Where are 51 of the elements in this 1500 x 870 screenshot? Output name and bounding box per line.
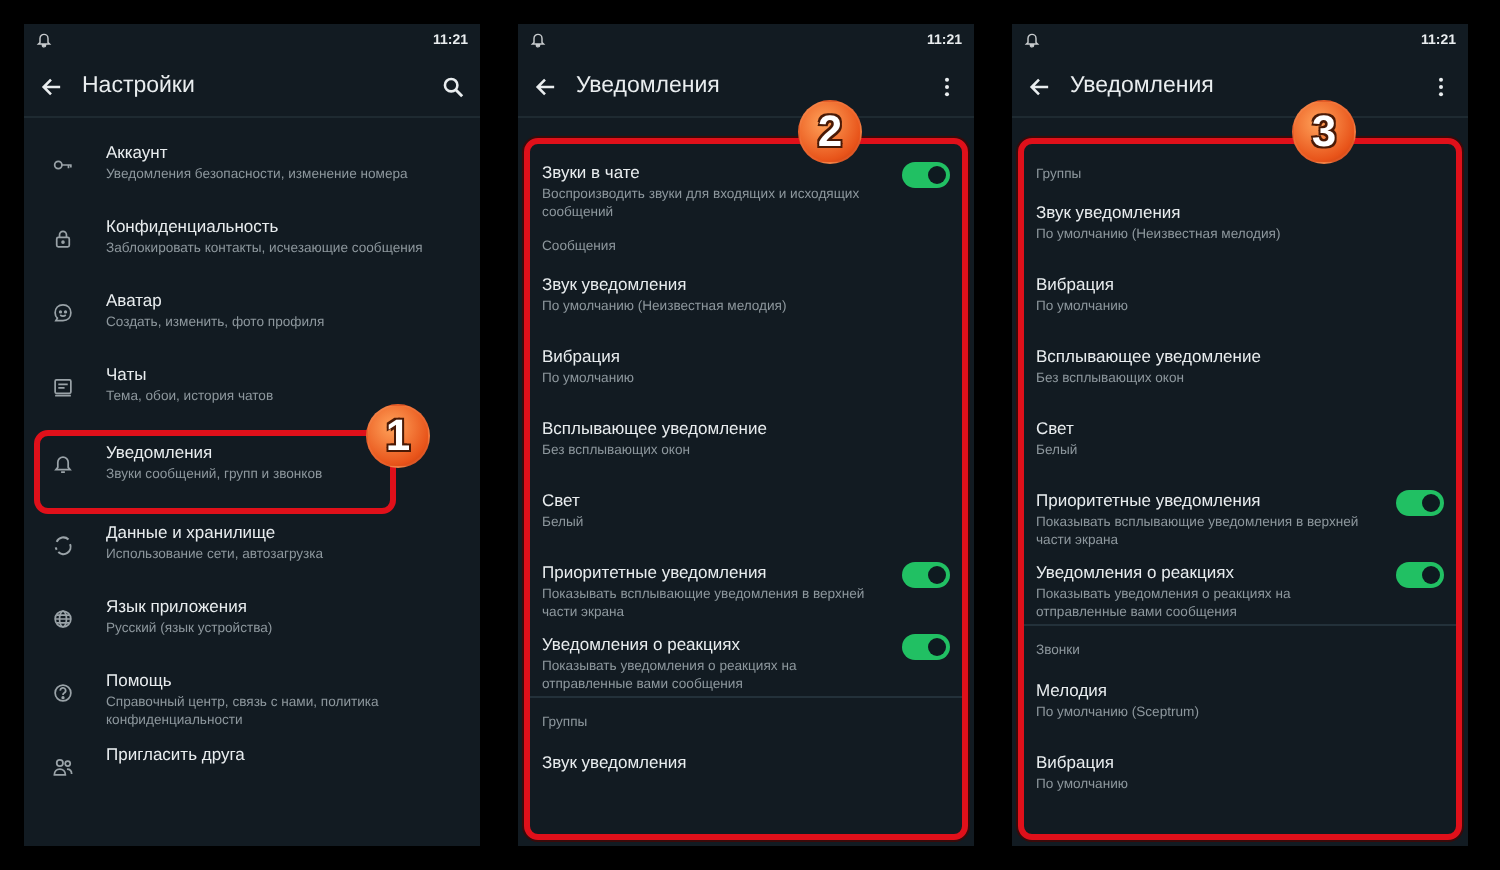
setting-title[interactable]: Свет	[1036, 416, 1444, 440]
setting-title[interactable]: Уведомления о реакциях	[1036, 560, 1380, 584]
back-icon[interactable]	[534, 75, 556, 97]
setting-title[interactable]: Аватар	[106, 288, 162, 312]
setting-title[interactable]: Вибрация	[1036, 750, 1444, 774]
step-badge: 1	[366, 404, 430, 468]
setting-title[interactable]: Свет	[542, 488, 950, 512]
setting-title[interactable]: Аккаунт	[106, 140, 168, 164]
lock-icon	[52, 228, 74, 250]
setting-title[interactable]: Вибрация	[1036, 272, 1444, 296]
toggle-switch[interactable]	[902, 562, 950, 588]
back-icon[interactable]	[1028, 75, 1050, 97]
toggle-switch[interactable]	[1396, 490, 1444, 516]
setting-title[interactable]: Звук уведомления	[542, 750, 950, 774]
smiley-icon	[52, 302, 74, 324]
setting-title[interactable]: Звук уведомления	[542, 272, 950, 296]
setting-title[interactable]: Помощь	[106, 668, 172, 692]
setting-title[interactable]: Язык приложения	[106, 594, 247, 618]
setting-title[interactable]: Всплывающее уведомление	[1036, 344, 1444, 368]
setting-title[interactable]: Чаты	[106, 362, 147, 386]
setting-title[interactable]: Звук уведомления	[1036, 200, 1444, 224]
setting-title[interactable]: Уведомления о реакциях	[542, 632, 886, 656]
step-badge: 2	[798, 100, 862, 164]
toggle-switch[interactable]	[1396, 562, 1444, 588]
sync-icon	[52, 534, 74, 556]
back-icon[interactable]	[40, 75, 62, 97]
setting-title[interactable]: Пригласить друга	[106, 742, 245, 766]
search-icon[interactable]	[442, 75, 464, 97]
setting-title[interactable]: Звуки в чате	[542, 160, 886, 184]
step-badge: 3	[1292, 100, 1356, 164]
screen-title: Настройки	[82, 74, 197, 98]
setting-title[interactable]: Приоритетные уведомления	[1036, 488, 1380, 512]
setting-title[interactable]: Данные и хранилище	[106, 520, 276, 544]
setting-title[interactable]: Вибрация	[542, 344, 950, 368]
bell-icon	[1024, 32, 1040, 48]
screen-title: Уведомления	[1070, 74, 1216, 98]
bell-icon	[36, 32, 52, 48]
people-icon	[52, 756, 74, 778]
setting-title[interactable]: Мелодия	[1036, 678, 1444, 702]
setting-title[interactable]: Уведомления	[106, 440, 213, 464]
chat-icon	[52, 376, 74, 398]
screen-title: Уведомления	[576, 74, 722, 98]
help-icon	[52, 682, 74, 704]
setting-title[interactable]: Приоритетные уведомления	[542, 560, 886, 584]
setting-title[interactable]: Всплывающее уведомление	[542, 416, 950, 440]
toggle-switch[interactable]	[902, 162, 950, 188]
setting-title[interactable]: Конфиденциальность	[106, 214, 279, 238]
bell-icon	[52, 454, 74, 476]
toggle-switch[interactable]	[902, 634, 950, 660]
globe-icon	[52, 608, 74, 630]
bell-icon	[530, 32, 546, 48]
